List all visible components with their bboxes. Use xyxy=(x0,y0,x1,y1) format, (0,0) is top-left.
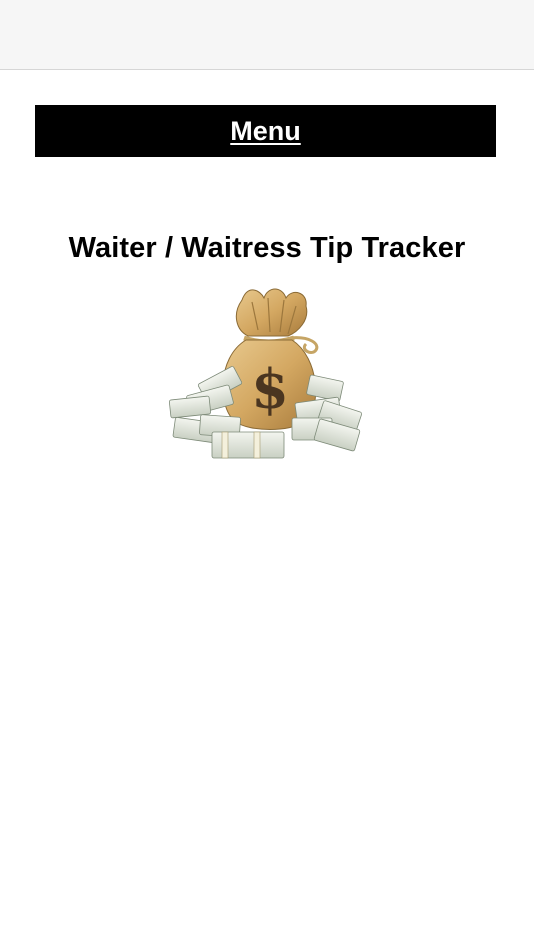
browser-top-bar xyxy=(0,0,534,70)
menu-label: Menu xyxy=(230,115,301,146)
dollar-sign-icon: $ xyxy=(251,357,289,421)
menu-button[interactable]: Menu xyxy=(35,105,496,157)
money-bag-icon: $ xyxy=(160,280,375,470)
page-title: Waiter / Waitress Tip Tracker xyxy=(68,232,466,264)
